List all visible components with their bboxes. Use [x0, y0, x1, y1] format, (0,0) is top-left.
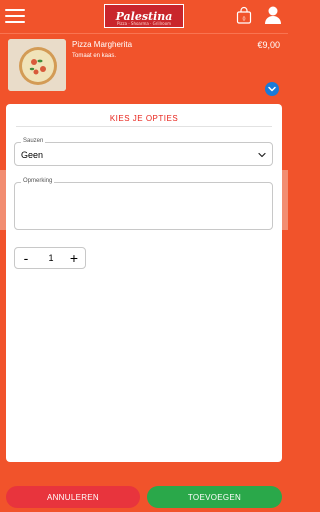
remark-field[interactable]: Opmerking — [14, 178, 273, 230]
product-image — [8, 39, 66, 91]
top-bar: Palestina Pizza · Shoarma · Grillroom 0 — [0, 0, 288, 32]
options-panel: KIES JE OPTIES Sauzen Geen Opmerking - 1… — [6, 104, 282, 462]
remark-label: Opmerking — [21, 178, 55, 184]
shopping-bag-icon: 0 — [236, 6, 252, 24]
product-name: Pizza Margherita — [72, 40, 133, 49]
decrease-button[interactable]: - — [19, 250, 33, 266]
user-icon — [265, 6, 281, 24]
quantity-stepper: - 1 + — [14, 247, 86, 269]
sauce-value: Geen — [21, 150, 44, 160]
logo[interactable]: Palestina Pizza · Shoarma · Grillroom — [104, 4, 184, 28]
cancel-button[interactable]: ANNULEREN — [6, 486, 140, 508]
logo-text: Palestina — [115, 9, 173, 23]
quantity-value: 1 — [48, 253, 54, 263]
product-description: Tomaat en kaas. — [72, 53, 117, 59]
logo-subtitle: Pizza · Shoarma · Grillroom — [117, 21, 172, 26]
background-edge — [282, 170, 288, 230]
increase-button[interactable]: + — [67, 250, 81, 266]
sauce-select[interactable]: Sauzen Geen — [14, 138, 273, 166]
divider — [16, 126, 272, 127]
cart-count: 0 — [243, 17, 246, 23]
cart-button[interactable]: 0 — [236, 6, 252, 24]
chevron-down-icon — [258, 152, 266, 158]
product-card: Pizza Margherita Tomaat en kaas. €9,00 — [0, 34, 288, 100]
sauce-label: Sauzen — [21, 138, 46, 144]
add-to-cart-button[interactable]: TOEVOEGEN — [147, 486, 282, 508]
collapse-button[interactable] — [265, 82, 279, 96]
product-price: €9,00 — [257, 40, 280, 50]
menu-icon[interactable] — [5, 8, 25, 24]
options-title: KIES JE OPTIES — [109, 114, 179, 123]
chevron-down-icon — [268, 86, 276, 92]
account-button[interactable] — [264, 5, 282, 25]
